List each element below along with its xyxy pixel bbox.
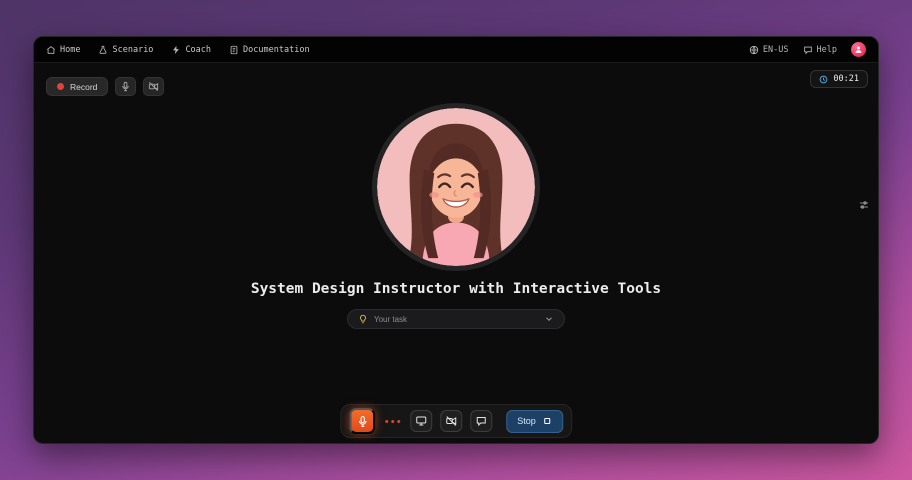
stop-button[interactable]: Stop <box>506 410 563 433</box>
help-button[interactable]: Help <box>803 45 837 55</box>
mic-toggle-button[interactable] <box>115 77 136 96</box>
nav-item-label: Scenario <box>112 45 153 55</box>
top-nav: Home Scenario Coach Documentation <box>34 37 878 63</box>
nav-right: EN-US Help <box>749 42 866 57</box>
mic-icon <box>120 81 131 92</box>
document-icon <box>229 45 239 55</box>
instructor-illustration <box>377 108 535 266</box>
nav-item-label: Coach <box>185 45 211 55</box>
mic-active-button[interactable] <box>349 408 375 434</box>
camera-off-icon <box>148 81 159 92</box>
session-toolbar: Record <box>46 77 164 96</box>
nav-item-home[interactable]: Home <box>46 45 80 55</box>
chat-bubble-icon <box>803 45 813 55</box>
screen-share-button[interactable] <box>410 410 432 432</box>
settings-panel-toggle[interactable] <box>856 197 872 213</box>
person-icon <box>854 45 863 54</box>
nav-item-label: Documentation <box>243 45 310 55</box>
clock-icon <box>819 75 828 84</box>
chat-bubble-icon <box>475 415 487 427</box>
app-window: Home Scenario Coach Documentation <box>33 36 879 444</box>
home-icon <box>46 45 56 55</box>
camera-toggle-button[interactable] <box>143 77 164 96</box>
task-dropdown[interactable]: Your task <box>347 309 565 329</box>
lightning-icon <box>171 45 181 55</box>
task-dropdown-label: Your task <box>374 315 538 324</box>
language-selector[interactable]: EN-US <box>749 45 789 55</box>
audio-level-indicator <box>383 420 402 423</box>
record-button[interactable]: Record <box>46 77 108 96</box>
nav-item-coach[interactable]: Coach <box>171 45 211 55</box>
user-avatar[interactable] <box>851 42 866 57</box>
lightbulb-icon <box>358 314 368 324</box>
camera-off-button[interactable] <box>440 410 462 432</box>
globe-icon <box>749 45 759 55</box>
help-label: Help <box>817 45 837 55</box>
language-label: EN-US <box>763 45 789 55</box>
chevron-down-icon <box>544 314 554 324</box>
call-control-bar: Stop <box>340 404 572 438</box>
nav-left: Home Scenario Coach Documentation <box>46 45 310 55</box>
timer-value: 00:21 <box>833 74 859 84</box>
nav-item-scenario[interactable]: Scenario <box>98 45 153 55</box>
nav-item-documentation[interactable]: Documentation <box>229 45 310 55</box>
scenario-icon <box>98 45 108 55</box>
stop-square-icon <box>542 416 552 426</box>
record-label: Record <box>70 82 97 92</box>
monitor-icon <box>415 415 427 427</box>
mic-icon <box>356 415 369 428</box>
nav-item-label: Home <box>60 45 80 55</box>
camera-off-icon <box>445 415 457 427</box>
page-title: System Design Instructor with Interactiv… <box>34 281 878 297</box>
instructor-avatar <box>372 103 540 271</box>
chat-button[interactable] <box>470 410 492 432</box>
stop-label: Stop <box>517 416 536 426</box>
session-timer: 00:21 <box>810 70 868 88</box>
record-dot-icon <box>57 83 64 90</box>
sliders-icon <box>858 199 870 211</box>
